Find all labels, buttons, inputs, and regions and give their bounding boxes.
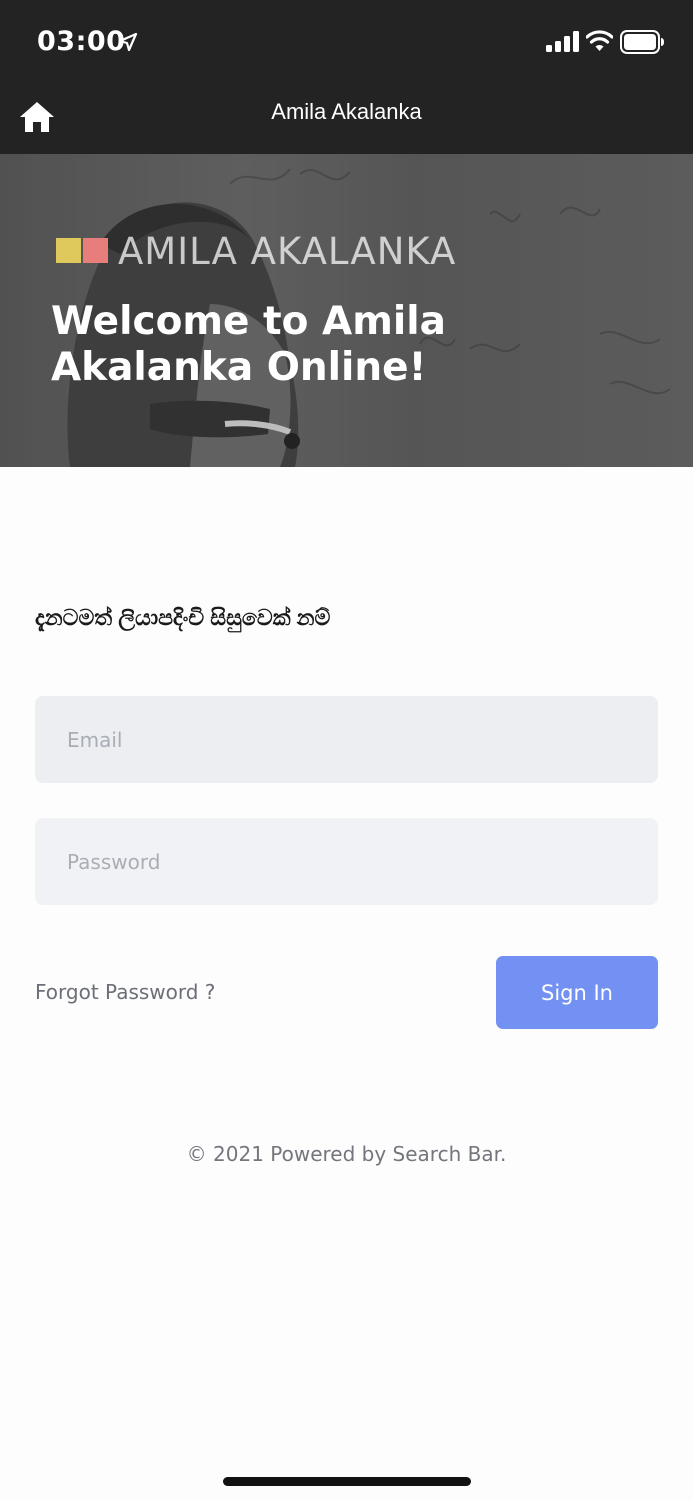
sign-in-button[interactable]: Sign In	[496, 956, 658, 1029]
welcome-heading: Welcome to Amila Akalanka Online!	[51, 299, 446, 390]
wifi-icon	[586, 30, 613, 51]
forgot-password-link[interactable]: Forgot Password ?	[35, 980, 215, 1004]
hero-banner: AMILA AKALANKA Welcome to Amila Akalanka…	[0, 154, 693, 467]
brand-logo-icon	[56, 238, 108, 263]
location-arrow-icon	[118, 32, 138, 52]
home-indicator[interactable]	[223, 1477, 471, 1486]
nav-title: Amila Akalanka	[271, 99, 422, 124]
status-bar: 03:00	[0, 0, 693, 80]
password-field[interactable]	[35, 818, 658, 905]
login-subtitle: දැනටමත් ලියාපදිංචි සිසුවෙක් නම්	[35, 605, 331, 630]
cellular-signal-icon	[546, 31, 579, 52]
navigation-bar: Amila Akalanka	[0, 80, 693, 154]
email-field[interactable]	[35, 696, 658, 783]
battery-icon	[620, 30, 664, 54]
brand-logo-text: AMILA AKALANKA	[118, 230, 457, 273]
footer-copyright: © 2021 Powered by Search Bar.	[186, 1142, 507, 1166]
status-time: 03:00	[37, 26, 126, 57]
